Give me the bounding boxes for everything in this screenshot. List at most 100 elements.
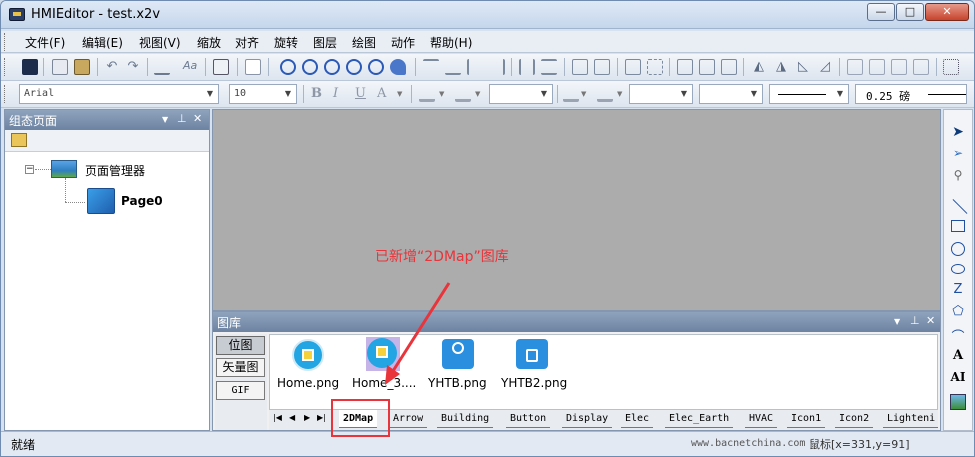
font-style-icon[interactable]: Aa — [183, 59, 199, 75]
polyline-tool-icon[interactable]: Z — [950, 282, 966, 298]
bring-forward-icon[interactable] — [891, 59, 907, 75]
line-pattern-select[interactable]: ▼ — [769, 84, 849, 104]
tab-elec[interactable]: Elec — [621, 410, 654, 428]
align-right-icon[interactable] — [489, 59, 505, 75]
same-size-icon[interactable] — [721, 59, 737, 75]
toolbar-grip[interactable] — [4, 58, 7, 76]
shadow-color-icon[interactable] — [563, 86, 579, 102]
pan-icon[interactable] — [390, 59, 406, 75]
tab-hvac[interactable]: HVAC — [745, 410, 778, 428]
home-icon[interactable] — [292, 339, 324, 371]
fill-color-icon[interactable] — [455, 86, 471, 102]
menu-action[interactable]: 动作 — [391, 34, 415, 51]
type-vector-button[interactable]: 矢量图 — [216, 358, 265, 377]
copy-icon[interactable] — [52, 59, 68, 75]
tab-button[interactable]: Button — [506, 410, 551, 428]
pin-icon[interactable]: ⊥ — [177, 112, 187, 125]
fill-style-select[interactable]: ▼ — [699, 84, 763, 104]
close-icon[interactable]: ✕ — [926, 314, 935, 327]
chevron-down-icon[interactable]: ▼ — [581, 86, 591, 102]
prev-tab-icon[interactable]: ◀ — [289, 413, 295, 422]
flip-vertical-icon[interactable]: ◮ — [773, 59, 789, 75]
panel-menu-icon[interactable]: ▼ — [894, 317, 900, 326]
align-top-icon[interactable] — [423, 59, 439, 75]
type-gif-button[interactable]: GIF — [216, 381, 265, 400]
italic-icon[interactable]: I — [333, 86, 349, 102]
space-vertical-icon[interactable] — [572, 59, 588, 75]
align-left-icon[interactable] — [467, 59, 483, 75]
menu-draw[interactable]: 绘图 — [352, 34, 376, 51]
tab-building[interactable]: Building — [437, 410, 494, 428]
font-size-select[interactable]: 10 ▼ — [229, 84, 297, 104]
redo-icon[interactable]: ↷ — [125, 59, 141, 75]
zoom-in-icon[interactable] — [302, 59, 318, 75]
gallery-item-label[interactable]: Home_3.... — [352, 376, 416, 390]
tree-page-label[interactable]: Page0 — [121, 194, 163, 208]
menu-align[interactable]: 对齐 — [235, 34, 259, 51]
pin-icon[interactable]: ⊥ — [910, 314, 920, 327]
font-family-select[interactable]: Arial ▼ — [19, 84, 219, 104]
undo-icon[interactable]: ↶ — [104, 59, 120, 75]
chevron-down-icon[interactable]: ▼ — [617, 86, 627, 102]
new-page-icon[interactable] — [245, 59, 261, 75]
line-style-select[interactable]: ▼ — [489, 84, 553, 104]
chevron-down-icon[interactable]: ▼ — [475, 86, 485, 102]
toolbar-grip[interactable] — [4, 85, 7, 103]
center-horizontal-icon[interactable] — [519, 59, 535, 75]
menu-view[interactable]: 视图(V) — [139, 34, 181, 51]
gradient-color-icon[interactable] — [597, 86, 613, 102]
menu-grip[interactable] — [4, 33, 7, 51]
maximize-button[interactable]: □ — [896, 3, 924, 21]
grid-icon[interactable] — [943, 59, 959, 75]
center-vertical-icon[interactable] — [541, 59, 557, 75]
line-tool-icon[interactable] — [950, 198, 968, 214]
tree-collapse-icon[interactable]: − — [25, 165, 34, 174]
home-selected-thumbnail[interactable] — [366, 337, 400, 371]
text-tool-icon[interactable]: A — [950, 348, 966, 364]
next-tab-icon[interactable]: ▶ — [304, 413, 310, 422]
polygon-tool-icon[interactable]: ⬠ — [950, 304, 966, 320]
zoom-fit-icon[interactable] — [280, 59, 296, 75]
select-arrow-icon[interactable]: ➤ — [950, 124, 966, 140]
panel-menu-icon[interactable]: ▼ — [162, 115, 168, 124]
tab-icon1[interactable]: Icon1 — [787, 410, 826, 428]
chevron-down-icon[interactable]: ▼ — [397, 86, 407, 102]
send-back-icon[interactable] — [869, 59, 885, 75]
bring-front-icon[interactable] — [847, 59, 863, 75]
underline-icon[interactable]: U — [355, 86, 371, 102]
save-icon[interactable] — [22, 59, 38, 75]
image-tool-icon[interactable] — [950, 394, 966, 410]
line-width-select[interactable]: 0.25 磅 — [855, 84, 967, 104]
tab-lightening[interactable]: Lighteni — [883, 410, 938, 428]
chevron-down-icon[interactable]: ▼ — [439, 86, 449, 102]
text-color-icon[interactable]: A — [377, 86, 393, 102]
rotate-right-icon[interactable]: ◿ — [817, 59, 833, 75]
last-tab-icon[interactable]: ▶| — [317, 413, 326, 422]
multiline-text-tool-icon[interactable]: AI — [950, 370, 966, 386]
menu-edit[interactable]: 编辑(E) — [82, 34, 123, 51]
line-color-icon[interactable] — [419, 86, 435, 102]
user-icon[interactable] — [442, 339, 474, 369]
tab-display[interactable]: Display — [562, 410, 613, 428]
lock-icon[interactable] — [516, 339, 548, 369]
new-folder-icon[interactable] — [11, 133, 27, 147]
align-bottom-icon[interactable] — [445, 59, 461, 75]
close-button[interactable]: ✕ — [925, 3, 969, 21]
arc-tool-icon[interactable]: ⌒ — [950, 326, 966, 345]
paste-icon[interactable] — [74, 59, 90, 75]
properties-icon[interactable] — [213, 59, 229, 75]
drawing-canvas[interactable]: 已新增“2DMap”图库 — [212, 109, 941, 311]
menu-layer[interactable]: 图层 — [313, 34, 337, 51]
gallery-item-label[interactable]: YHTB2.png — [501, 376, 567, 390]
rotate-left-icon[interactable]: ◺ — [795, 59, 811, 75]
gallery-item-label[interactable]: Home.png — [277, 376, 339, 390]
send-backward-icon[interactable] — [913, 59, 929, 75]
pin-tool-icon[interactable]: ⚲ — [950, 168, 966, 184]
circle-tool-icon[interactable] — [951, 242, 965, 256]
ellipse-tool-icon[interactable] — [951, 264, 965, 274]
zoom-page-icon[interactable] — [346, 59, 362, 75]
menu-rotate[interactable]: 旋转 — [274, 34, 298, 51]
close-icon[interactable]: ✕ — [193, 112, 202, 125]
minimize-button[interactable]: — — [867, 3, 895, 21]
zoom-custom-icon[interactable] — [368, 59, 384, 75]
